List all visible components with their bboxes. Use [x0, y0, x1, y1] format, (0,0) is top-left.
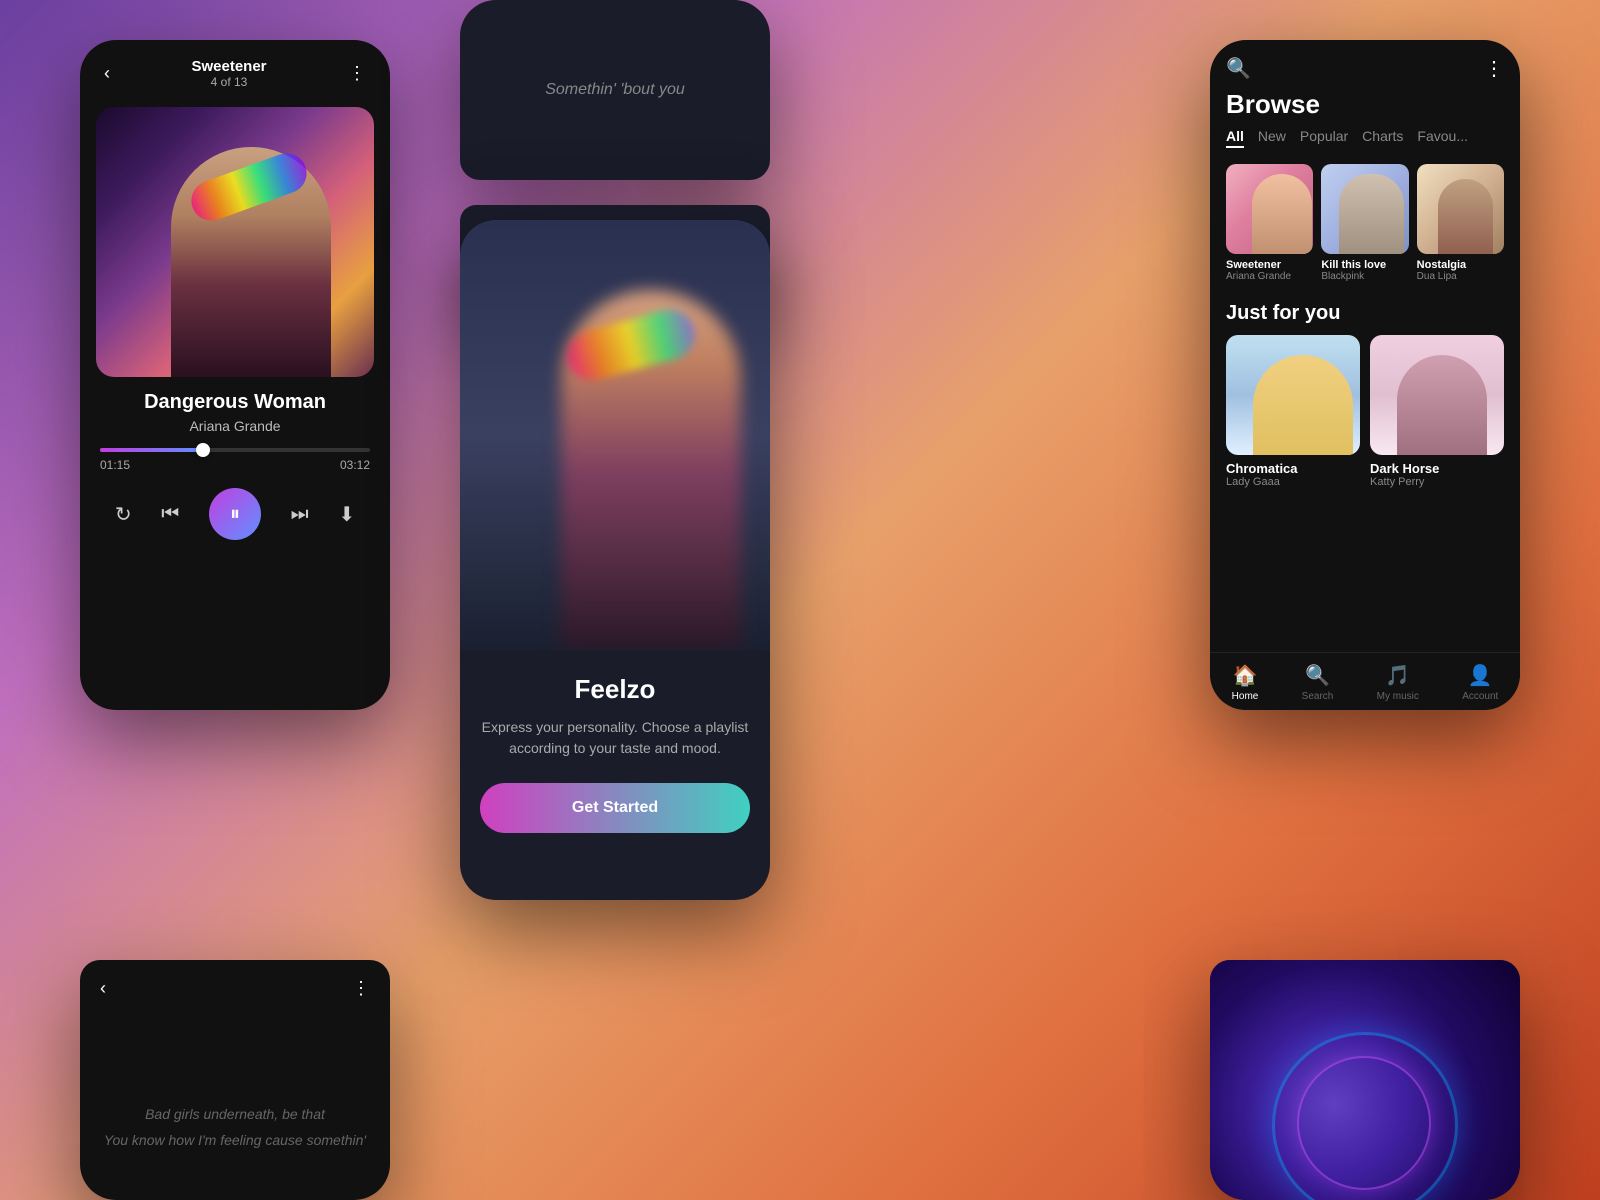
- jfy-artist-chromatica: Lady Gaaa: [1226, 476, 1360, 488]
- album-card-sweetener[interactable]: Sweetener Ariana Grande: [1226, 164, 1313, 282]
- album-card-kill-this-love[interactable]: Kill this love Blackpink: [1321, 164, 1408, 282]
- tab-charts[interactable]: Charts: [1362, 128, 1403, 148]
- play-pause-button[interactable]: ⏸: [209, 488, 261, 540]
- progress-fill: [100, 448, 203, 452]
- jfy-thumb-dark-horse: [1370, 335, 1504, 455]
- nav-account[interactable]: 👤 Account: [1462, 663, 1498, 702]
- just-for-you-grid: Chromatica Lady Gaaa Dark Horse Katty Pe…: [1210, 335, 1520, 500]
- phone-browse: 🔍 ⋮ Browse All New Popular Charts Favou.…: [1210, 40, 1520, 710]
- album-artist-nostalgia: Dua Lipa: [1417, 271, 1504, 282]
- play-pause-icon: ⏸: [230, 503, 240, 526]
- browse-title: Browse: [1210, 89, 1520, 128]
- browse-more-icon[interactable]: ⋮: [1484, 56, 1504, 81]
- onboarding-description: Express your personality. Choose a playl…: [480, 717, 750, 759]
- album-card-nostalgia[interactable]: Nostalgia Dua Lipa: [1417, 164, 1504, 282]
- back-button[interactable]: ‹: [100, 59, 114, 88]
- album-artist-ktl: Blackpink: [1321, 271, 1408, 282]
- album-art-bottom: [1210, 960, 1520, 1200]
- nav-search[interactable]: 🔍 Search: [1302, 663, 1334, 702]
- lyric-line-1: Bad girls underneath, be that: [100, 1106, 370, 1122]
- phone-lyrics-top: Somethin' 'bout you: [460, 0, 770, 180]
- home-icon: 🏠: [1233, 663, 1258, 688]
- onboarding-art: [460, 220, 770, 650]
- lyrics-top-text: Somethin' 'bout you: [545, 81, 685, 99]
- album-name-sweetener: Sweetener: [1226, 259, 1313, 271]
- album-name-nostalgia: Nostalgia: [1417, 259, 1504, 271]
- jfy-name-dark-horse: Dark Horse: [1370, 461, 1504, 476]
- lyrics-more-button[interactable]: ⋮: [348, 974, 374, 1003]
- tab-popular[interactable]: Popular: [1300, 128, 1348, 148]
- my-music-label: My music: [1377, 691, 1419, 702]
- just-for-you-title: Just for you: [1210, 294, 1520, 335]
- account-icon: 👤: [1468, 663, 1493, 688]
- jfy-name-chromatica: Chromatica: [1226, 461, 1360, 476]
- search-label: Search: [1302, 691, 1334, 702]
- track-title: Dangerous Woman: [80, 391, 390, 414]
- track-number: 4 of 13: [114, 75, 344, 89]
- download-button[interactable]: ⬇: [338, 502, 355, 527]
- search-icon[interactable]: 🔍: [1226, 56, 1251, 81]
- account-label: Account: [1462, 691, 1498, 702]
- tab-all[interactable]: All: [1226, 128, 1244, 148]
- nav-my-music[interactable]: 🎵 My music: [1377, 663, 1419, 702]
- album-art: [96, 107, 374, 377]
- jfy-thumb-chromatica: [1226, 335, 1360, 455]
- progress-thumb: [196, 443, 210, 457]
- onboarding-title: Feelzo: [480, 674, 750, 705]
- album-artist-sweetener: Ariana Grande: [1226, 271, 1313, 282]
- album-thumb-nostalgia: [1417, 164, 1504, 254]
- next-button[interactable]: ⏭: [291, 503, 309, 526]
- album-title: Sweetener: [114, 58, 344, 75]
- tab-new[interactable]: New: [1258, 128, 1286, 148]
- track-artist: Ariana Grande: [80, 418, 390, 434]
- search-nav-icon: 🔍: [1305, 663, 1330, 688]
- jfy-card-dark-horse[interactable]: Dark Horse Katty Perry: [1370, 335, 1504, 488]
- current-time: 01:15: [100, 458, 130, 472]
- phone-lyrics-bottom: ‹ ⋮ Bad girls underneath, be that You kn…: [80, 960, 390, 1200]
- featured-albums: Sweetener Ariana Grande Kill this love B…: [1210, 160, 1520, 294]
- tab-favourites[interactable]: Favou...: [1417, 128, 1468, 148]
- phone-album-bottom: [1210, 960, 1520, 1200]
- get-started-button[interactable]: Get Started: [480, 783, 750, 833]
- album-thumb-ktl: [1321, 164, 1408, 254]
- album-thumb-sweetener: [1226, 164, 1313, 254]
- album-name-ktl: Kill this love: [1321, 259, 1408, 271]
- phone-player: ‹ Sweetener 4 of 13 ⋮ Dangerous Woman Ar…: [80, 40, 390, 710]
- browse-tabs: All New Popular Charts Favou...: [1210, 128, 1520, 160]
- jfy-artist-dark-horse: Katty Perry: [1370, 476, 1504, 488]
- music-icon: 🎵: [1385, 663, 1410, 688]
- home-label: Home: [1232, 691, 1259, 702]
- phone-onboarding: Feelzo Express your personality. Choose …: [460, 220, 770, 900]
- jfy-card-chromatica[interactable]: Chromatica Lady Gaaa: [1226, 335, 1360, 488]
- total-time: 03:12: [340, 458, 370, 472]
- album-art-image: [96, 107, 374, 377]
- bottom-navigation: 🏠 Home 🔍 Search 🎵 My music 👤 Account: [1210, 652, 1520, 710]
- lyrics-back-button[interactable]: ‹: [96, 974, 110, 1003]
- nav-home[interactable]: 🏠 Home: [1232, 663, 1259, 702]
- progress-track[interactable]: [100, 448, 370, 452]
- more-button[interactable]: ⋮: [344, 59, 370, 88]
- lyric-line-2: You know how I'm feeling cause somethin': [100, 1132, 370, 1148]
- prev-button[interactable]: ⏮: [161, 503, 179, 526]
- repeat-button[interactable]: ↻: [115, 502, 132, 527]
